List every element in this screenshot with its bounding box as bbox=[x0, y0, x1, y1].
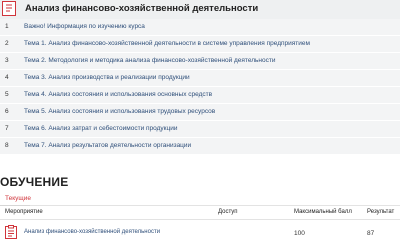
topic-row[interactable]: 1 Важно! Информация по изучению курса bbox=[0, 19, 400, 36]
topic-link[interactable]: Тема 1. Анализ финансово-хозяйственной д… bbox=[24, 40, 310, 47]
column-header-event: Мероприятие bbox=[5, 209, 43, 215]
topic-number: 4 bbox=[5, 74, 9, 81]
topic-number: 1 bbox=[5, 23, 9, 30]
topic-number: 3 bbox=[5, 57, 9, 64]
topic-link[interactable]: Тема 3. Анализ производства и реализации… bbox=[24, 74, 190, 81]
topic-number: 8 bbox=[5, 142, 9, 149]
topic-link[interactable]: Тема 7. Анализ результатов деятельности … bbox=[24, 142, 191, 149]
event-link[interactable]: Анализ финансово-хозяйственной деятельно… bbox=[24, 229, 160, 235]
course-header: Анализ финансово-хозяйственной деятельно… bbox=[0, 0, 400, 19]
topic-row[interactable]: 8 Тема 7. Анализ результатов деятельност… bbox=[0, 138, 400, 155]
topic-row[interactable]: 5 Тема 4. Анализ состояния и использован… bbox=[0, 87, 400, 104]
topic-number: 7 bbox=[5, 125, 9, 132]
topic-number: 2 bbox=[5, 40, 9, 47]
header-divider bbox=[0, 219, 400, 220]
tab-divider bbox=[30, 205, 400, 206]
topic-row[interactable]: 6 Тема 5. Анализ состояния и использован… bbox=[0, 104, 400, 121]
table-header: Мероприятие Доступ Максимальный балл Рез… bbox=[0, 208, 400, 218]
table-row[interactable]: Анализ финансово-хозяйственной деятельно… bbox=[0, 222, 400, 243]
topic-list: 1 Важно! Информация по изучению курса 2 … bbox=[0, 19, 400, 155]
topic-number: 5 bbox=[5, 91, 9, 98]
result-value: 87 bbox=[367, 230, 375, 237]
topic-link[interactable]: Тема 6. Анализ затрат и себестоимости пр… bbox=[24, 125, 178, 132]
tab-current[interactable]: Текущие bbox=[0, 194, 31, 206]
column-header-access: Доступ bbox=[218, 209, 238, 215]
topic-link[interactable]: Тема 2. Методология и методика анализа ф… bbox=[24, 57, 275, 64]
topic-link[interactable]: Важно! Информация по изучению курса bbox=[24, 23, 145, 30]
topic-link[interactable]: Тема 5. Анализ состояния и использования… bbox=[24, 108, 215, 115]
assignment-icon bbox=[5, 225, 17, 239]
max-score-value: 100 bbox=[294, 230, 305, 237]
topic-number: 6 bbox=[5, 108, 9, 115]
column-header-max-score: Максимальный балл bbox=[294, 209, 352, 215]
topic-row[interactable]: 2 Тема 1. Анализ финансово-хозяйственной… bbox=[0, 36, 400, 53]
topic-row[interactable]: 7 Тема 6. Анализ затрат и себестоимости … bbox=[0, 121, 400, 138]
course-title: Анализ финансово-хозяйственной деятельно… bbox=[25, 3, 259, 14]
topic-row[interactable]: 3 Тема 2. Методология и методика анализа… bbox=[0, 53, 400, 70]
section-title: ОБУЧЕНИЕ bbox=[0, 175, 69, 189]
topic-row[interactable]: 4 Тема 3. Анализ производства и реализац… bbox=[0, 70, 400, 87]
document-icon bbox=[2, 1, 16, 16]
topic-link[interactable]: Тема 4. Анализ состояния и использования… bbox=[24, 91, 212, 98]
tab-current-label: Текущие bbox=[5, 195, 31, 202]
column-header-result: Результат bbox=[367, 209, 395, 215]
